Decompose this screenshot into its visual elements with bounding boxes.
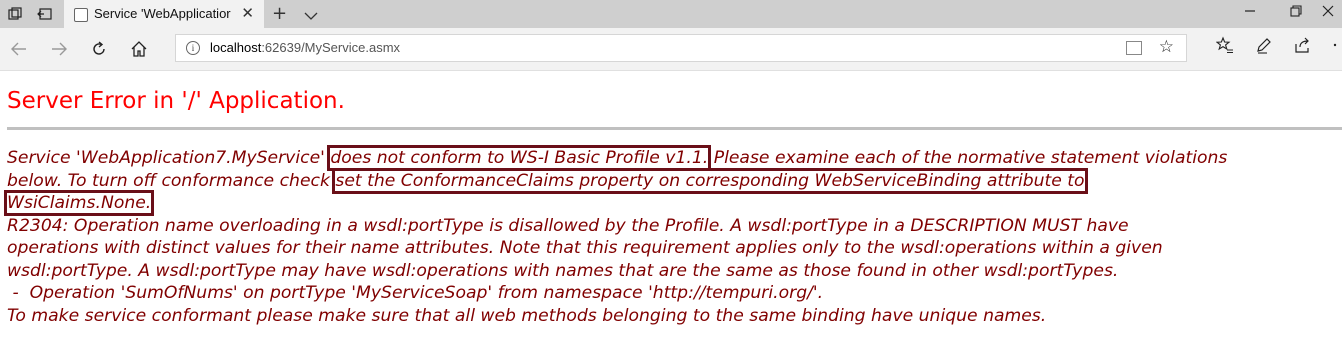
error-line-2: below. To turn off conformance check set…	[7, 167, 1088, 194]
pen-icon[interactable]	[1255, 36, 1273, 58]
new-tab-icon[interactable]: +	[272, 3, 287, 24]
url-text[interactable]: localhost:62639/MyService.asmx	[210, 40, 400, 55]
close-window-icon[interactable]	[1322, 5, 1334, 21]
share-icon[interactable]	[1294, 36, 1312, 58]
more-icon[interactable]	[1332, 36, 1342, 58]
error-line-8: To make service conformant please make s…	[7, 305, 1047, 326]
highlight-conformance-claims: set the ConformanceClaims property on co…	[332, 167, 1088, 194]
forward-icon[interactable]	[48, 38, 70, 60]
active-tab[interactable]: Service 'WebApplicatior ✕	[64, 0, 264, 28]
error-line-6: wsdl:portType. A wsdl:portType may have …	[7, 260, 1119, 281]
set-tabs-aside-icon[interactable]	[34, 4, 56, 24]
page-title: Server Error in '/' Application.	[7, 88, 345, 114]
chevron-down-icon[interactable]	[304, 6, 318, 25]
reading-view-icon[interactable]	[1126, 41, 1142, 55]
page-icon	[74, 8, 88, 22]
minimize-icon[interactable]	[1244, 5, 1256, 21]
tab-groups-icon[interactable]	[4, 4, 26, 24]
restore-icon[interactable]	[1290, 5, 1302, 21]
close-tab-icon[interactable]: ✕	[241, 4, 254, 22]
highlight-nonconformance: does not conform to WS-I Basic Profile v…	[327, 145, 712, 171]
favorite-star-icon[interactable]: ☆	[1159, 37, 1174, 57]
divider	[7, 127, 1342, 130]
tab-strip: Service 'WebApplicatior ✕ +	[0, 0, 1342, 28]
navigation-bar: i localhost:62639/MyService.asmx ☆	[0, 28, 1342, 71]
error-line-7: - Operation 'SumOfNums' on portType 'MyS…	[7, 283, 824, 303]
error-line-5: operations with distinct values for thei…	[7, 238, 1163, 258]
highlight-wsiclaims-none: WsiClaims.None.	[3, 190, 155, 216]
address-bar[interactable]: i localhost:62639/MyService.asmx ☆	[175, 34, 1187, 62]
error-message: Service 'WebApplication7.MyService' does…	[3, 145, 1342, 327]
error-line-3: WsiClaims.None.	[3, 190, 1342, 216]
error-line-1: Service 'WebApplication7.MyService' does…	[7, 145, 1228, 171]
favorites-list-icon[interactable]	[1215, 36, 1234, 58]
error-line-4: R2304: Operation name overloading in a w…	[7, 215, 1129, 236]
home-icon[interactable]	[128, 38, 150, 60]
back-icon[interactable]	[8, 38, 30, 60]
info-icon[interactable]: i	[186, 41, 200, 55]
refresh-icon[interactable]	[88, 38, 110, 60]
tab-title: Service 'WebApplicatior	[94, 6, 231, 21]
